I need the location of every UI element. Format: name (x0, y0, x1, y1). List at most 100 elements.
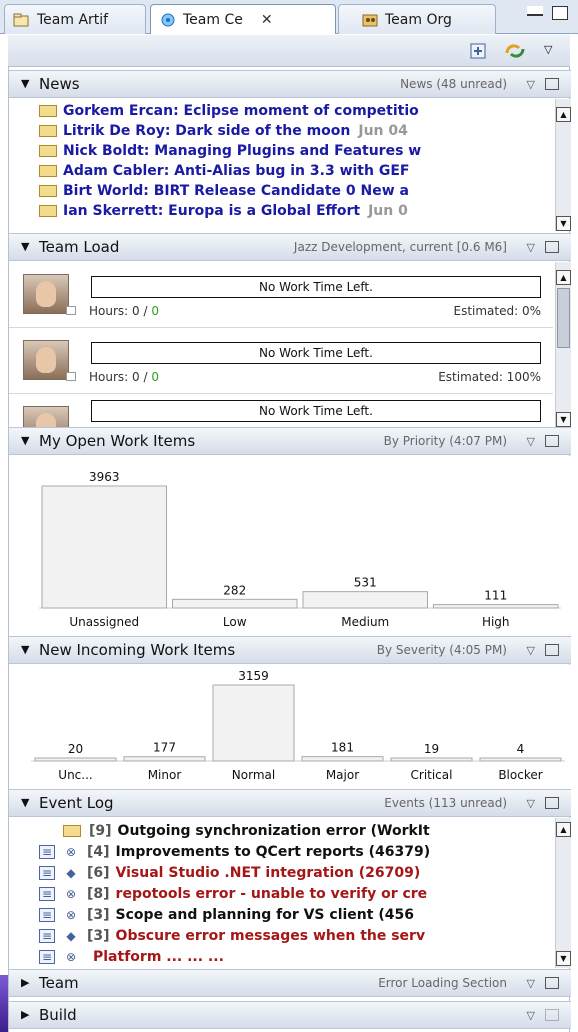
maximize-icon[interactable] (552, 6, 568, 20)
team-load-list: No Work Time Left. Hours: 0 / 0 Estimate… (9, 262, 571, 427)
avatar (23, 406, 69, 427)
section-title: Build (39, 1006, 77, 1024)
feed-icon (39, 165, 57, 177)
team-member-row[interactable]: No Work Time Left. (9, 394, 553, 427)
bar-value-label: 4 (517, 742, 525, 756)
scroll-up-icon[interactable]: ▲ (556, 822, 571, 837)
section-menu-icon[interactable]: ▽ (527, 241, 535, 254)
section-subtitle: Jazz Development, current [0.6 M6] (293, 240, 507, 254)
event-log-item[interactable]: ≡ ⊗ [3] Scope and planning for VS client (4… (9, 904, 555, 925)
work-item-icon: ≡ (39, 928, 55, 943)
category-label: High (482, 615, 510, 629)
tab-team-central[interactable]: Team Ce ✕ (150, 4, 336, 34)
incoming-work-items-chart: 20 Unc... 177 Minor 3159 Normal 181 Major 19 Crit… (9, 665, 571, 789)
add-section-icon[interactable] (470, 43, 486, 59)
work-item-icon: ≡ (39, 886, 55, 901)
news-item[interactable]: Ian Skerrett: Europa is a Global Effort J… (9, 201, 555, 221)
team-organization-icon (361, 12, 379, 28)
collapse-icon[interactable]: ▼ (21, 241, 31, 252)
maximize-section-icon[interactable] (545, 78, 559, 90)
team-section-header[interactable]: ▶ Team Error Loading Section ▽ (9, 969, 571, 997)
event-log-item[interactable]: ≡ ⊗ [8] repotools error - unable to verify … (9, 883, 555, 904)
news-scrollbar[interactable]: ▲ ▼ (555, 99, 571, 231)
view-menu-icon[interactable]: ▽ (544, 43, 560, 59)
section-menu-icon[interactable]: ▽ (527, 78, 535, 91)
section-title: Team Load (39, 238, 120, 256)
close-icon[interactable]: ✕ (261, 12, 273, 28)
news-item-title: Nick Boldt: Managing Plugins and Feature… (63, 143, 422, 159)
collapse-icon[interactable]: ▼ (21, 78, 31, 89)
news-item[interactable]: Nick Boldt: Managing Plugins and Feature… (9, 141, 555, 161)
feed-icon (39, 185, 57, 197)
open-work-items-section-header[interactable]: ▼ My Open Work Items By Priority (4:07 P… (9, 427, 571, 455)
event-log-list: [9] Outgoing synchronization error (WorkI… (9, 818, 571, 968)
maximize-section-icon[interactable] (545, 977, 559, 989)
build-section-header[interactable]: ▶ Build ▽ (9, 1001, 571, 1029)
bar-value-label: 111 (484, 589, 507, 603)
bar-value-label: 531 (354, 576, 377, 590)
scroll-down-icon[interactable]: ▼ (556, 216, 571, 231)
avatar (23, 274, 76, 315)
news-item-title: Gorkem Ercan: Eclipse moment of competit… (63, 103, 419, 119)
tab-team-artifacts[interactable]: Team Artif (4, 4, 146, 34)
team-load-section-header[interactable]: ▼ Team Load Jazz Development, current [0… (9, 233, 571, 261)
collapse-icon[interactable]: ▼ (21, 797, 31, 808)
news-item[interactable]: Litrik De Roy: Dark side of the moon Jun … (9, 121, 555, 141)
maximize-section-icon[interactable] (545, 435, 559, 447)
tab-team-organization[interactable]: Team Org (338, 4, 496, 34)
event-log-item[interactable]: ≡ ◆ [3] Obscure error messages when the ser… (9, 925, 555, 946)
category-label: Blocker (498, 768, 542, 782)
bar-value-label: 282 (223, 583, 246, 597)
event-count: [6] (87, 864, 110, 881)
binoculars-icon: ⊗ (65, 949, 77, 964)
collapse-icon[interactable]: ▼ (21, 644, 31, 655)
section-menu-icon[interactable]: ▽ (527, 977, 535, 990)
scroll-down-icon[interactable]: ▼ (556, 412, 571, 427)
incoming-work-items-section-header[interactable]: ▼ New Incoming Work Items By Severity (4… (9, 636, 571, 664)
section-menu-icon[interactable]: ▽ (527, 1009, 535, 1022)
feed-icon (63, 824, 81, 837)
tab-label: Team Org (385, 11, 452, 28)
news-item[interactable]: Adam Cabler: Anti-Alias bug in 3.3 with … (9, 161, 555, 181)
expand-icon[interactable]: ▶ (21, 977, 31, 988)
refresh-icon[interactable] (504, 43, 526, 59)
scroll-thumb[interactable] (557, 288, 570, 348)
work-item-icon: ≡ (39, 907, 55, 922)
category-label: Unassigned (69, 615, 139, 629)
collapse-icon[interactable]: ▼ (21, 435, 31, 446)
view-toolbar: ▽ (8, 35, 570, 67)
news-item[interactable]: Gorkem Ercan: Eclipse moment of competit… (9, 101, 555, 121)
news-section-header[interactable]: ▼ News News (48 unread) ▽ (9, 70, 571, 98)
news-item-date: Jun 04 (358, 123, 408, 139)
section-menu-icon[interactable]: ▽ (527, 644, 535, 657)
scroll-up-icon[interactable]: ▲ (556, 107, 571, 122)
maximize-section-icon[interactable] (545, 644, 559, 656)
team-member-row[interactable]: No Work Time Left. Hours: 0 / 0 Estimate… (9, 328, 553, 394)
event-log-item[interactable]: ≡ ⊗ Platform ... ... ... (9, 946, 555, 967)
category-label: Low (223, 615, 247, 629)
scroll-up-icon[interactable]: ▲ (556, 270, 571, 285)
maximize-section-icon[interactable] (545, 241, 559, 253)
news-list: Gorkem Ercan: Eclipse moment of competit… (9, 99, 571, 231)
team-artifacts-icon (13, 12, 31, 28)
event-log-item[interactable]: ≡ ◆ [6] Visual Studio .NET integration (267… (9, 862, 555, 883)
chart-bar (172, 598, 298, 609)
event-log-item[interactable]: ≡ ⊗ [4] Improvements to QCert reports (4637… (9, 841, 555, 862)
section-title: Team (39, 974, 79, 992)
section-menu-icon[interactable]: ▽ (527, 435, 535, 448)
work-time-bar: No Work Time Left. (91, 400, 541, 422)
maximize-section-icon[interactable] (545, 1009, 559, 1021)
news-item[interactable]: Birt World: BIRT Release Candidate 0 New… (9, 181, 555, 201)
event-log-section-header[interactable]: ▼ Event Log Events (113 unread) ▽ (9, 789, 571, 817)
event-log-scrollbar[interactable]: ▲ ▼ (555, 818, 571, 968)
maximize-section-icon[interactable] (545, 797, 559, 809)
section-title: News (39, 75, 80, 93)
team-load-scrollbar[interactable]: ▲ ▼ (555, 262, 571, 427)
team-member-row[interactable]: No Work Time Left. Hours: 0 / 0 Estimate… (9, 262, 553, 328)
scroll-down-icon[interactable]: ▼ (556, 951, 571, 966)
expand-icon[interactable]: ▶ (21, 1009, 31, 1020)
section-menu-icon[interactable]: ▽ (527, 797, 535, 810)
event-log-item[interactable]: [9] Outgoing synchronization error (WorkI… (9, 820, 555, 841)
minimize-icon[interactable] (527, 6, 543, 16)
chart-bar (433, 604, 559, 609)
